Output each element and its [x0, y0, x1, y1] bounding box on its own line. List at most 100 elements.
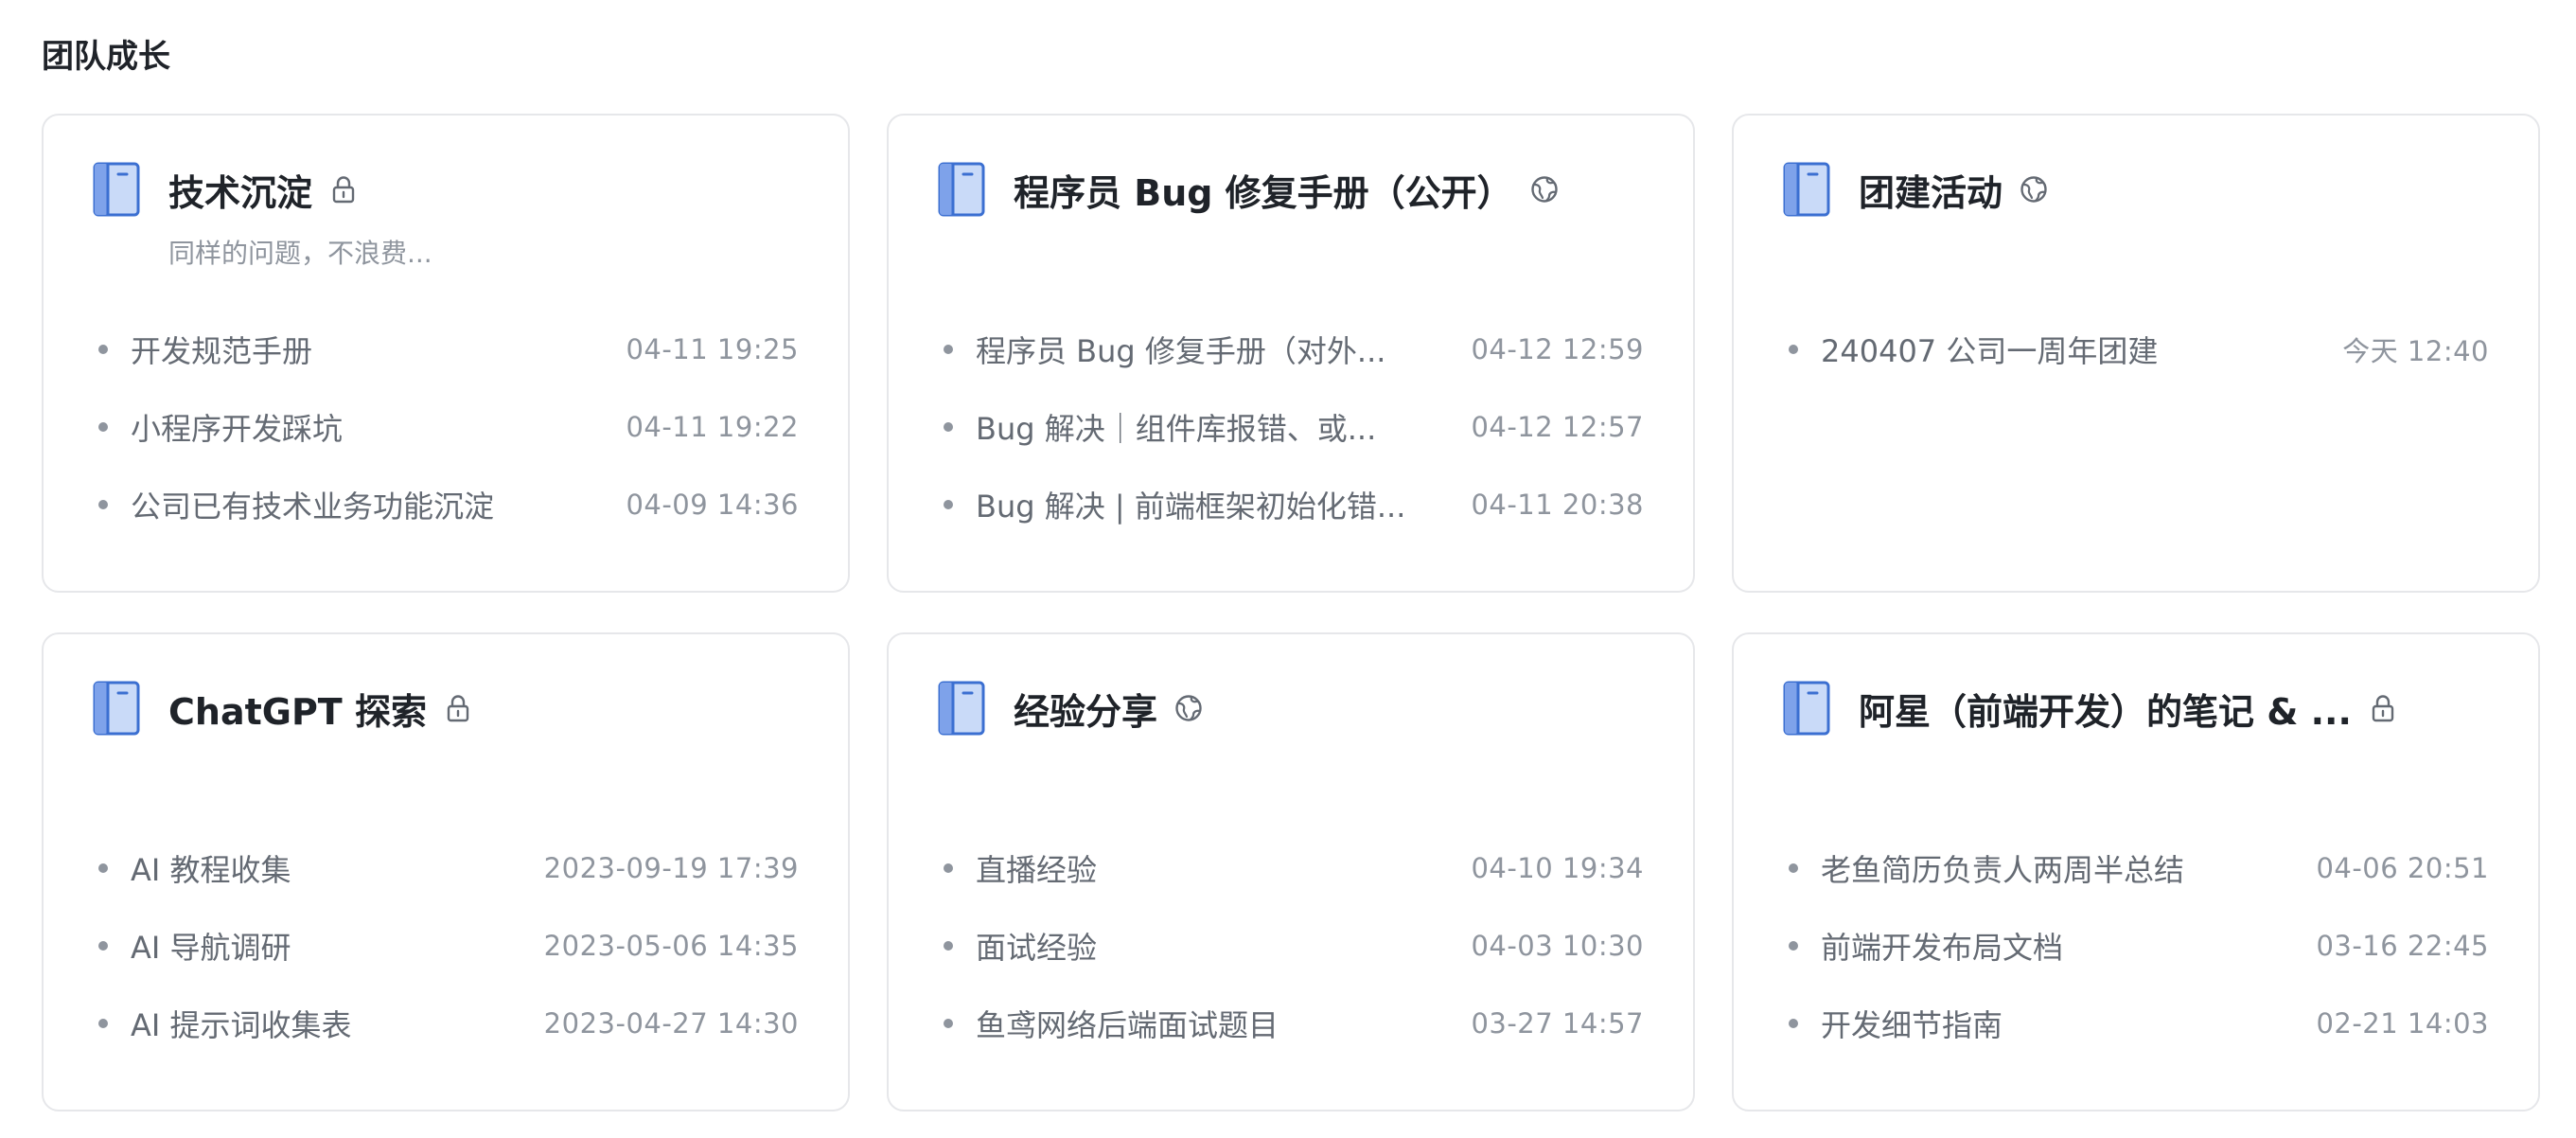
knowledge-base-card-5[interactable]: 经验分享 直播经验 04-10 19:34 面试经验 04-03 10:30 鱼… — [887, 632, 1695, 1111]
doc-list-item[interactable]: 开发规范手册 04-11 19:25 — [93, 311, 799, 388]
book-icon — [1783, 162, 1830, 217]
doc-list-item[interactable]: 前端开发布局文档 03-16 22:45 — [1783, 907, 2489, 985]
doc-title[interactable]: 直播经验 — [976, 846, 1471, 890]
doc-title[interactable]: 面试经验 — [976, 924, 1471, 968]
bullet-dot — [1789, 345, 1798, 354]
card-description — [1859, 754, 2489, 791]
bullet-dot — [944, 345, 953, 354]
doc-list-item[interactable]: 小程序开发踩坑 04-11 19:22 — [93, 388, 799, 466]
doc-updated-time: 04-11 19:25 — [626, 333, 799, 365]
card-title[interactable]: ChatGPT 探索 — [168, 683, 427, 735]
doc-title[interactable]: 公司已有技术业务功能沉淀 — [131, 483, 626, 526]
globe-icon — [1530, 176, 1558, 203]
knowledge-base-card-6[interactable]: 阿星（前端开发）的笔记 & ... 老鱼简历负责人两周半总结 04-06 20:… — [1732, 632, 2540, 1111]
bullet-dot — [98, 422, 108, 432]
doc-list: 240407 公司一周年团建 今天 12:40 — [1783, 311, 2489, 388]
card-title[interactable]: 程序员 Bug 修复手册（公开） — [1014, 164, 1513, 216]
doc-title[interactable]: 老鱼简历负责人两周半总结 — [1821, 846, 2316, 890]
doc-title[interactable]: 程序员 Bug 修复手册（对外... — [976, 328, 1471, 371]
bullet-dot — [1789, 941, 1798, 951]
card-header: 程序员 Bug 修复手册（公开） — [938, 161, 1644, 218]
doc-list-item[interactable]: Bug 解决｜组件库报错、或... 04-12 12:57 — [938, 388, 1644, 466]
doc-updated-time: 04-09 14:36 — [626, 489, 799, 521]
doc-list-item[interactable]: 240407 公司一周年团建 今天 12:40 — [1783, 311, 2489, 388]
bullet-dot — [1789, 863, 1798, 873]
book-icon — [93, 162, 140, 217]
doc-list-item[interactable]: 直播经验 04-10 19:34 — [938, 829, 1644, 907]
doc-updated-time: 04-11 20:38 — [1471, 489, 1644, 521]
doc-list-item[interactable]: AI 提示词收集表 2023-04-27 14:30 — [93, 985, 799, 1062]
card-description — [1014, 235, 1644, 273]
knowledge-base-grid: 技术沉淀 同样的问题，不浪费... 开发规范手册 04-11 19:25 小程序… — [42, 114, 2540, 1111]
globe-icon — [2020, 176, 2047, 203]
knowledge-base-card-1[interactable]: 技术沉淀 同样的问题，不浪费... 开发规范手册 04-11 19:25 小程序… — [42, 114, 850, 593]
card-header: 技术沉淀 — [93, 161, 799, 218]
doc-updated-time: 今天 12:40 — [2342, 335, 2489, 367]
doc-list: 老鱼简历负责人两周半总结 04-06 20:51 前端开发布局文档 03-16 … — [1783, 829, 2489, 1062]
doc-list-item[interactable]: 公司已有技术业务功能沉淀 04-09 14:36 — [93, 466, 799, 543]
bullet-dot — [1789, 1019, 1798, 1028]
card-title[interactable]: 经验分享 — [1014, 683, 1157, 735]
doc-updated-time: 2023-05-06 14:35 — [543, 930, 799, 962]
doc-title[interactable]: AI 教程收集 — [131, 846, 544, 890]
doc-list-item[interactable]: 鱼鸢网络后端面试题目 03-27 14:57 — [938, 985, 1644, 1062]
bullet-dot — [98, 500, 108, 509]
bullet-dot — [944, 863, 953, 873]
book-icon — [93, 681, 140, 736]
doc-title[interactable]: AI 提示词收集表 — [131, 1002, 544, 1045]
lock-icon — [2372, 695, 2394, 722]
bullet-dot — [98, 941, 108, 951]
doc-updated-time: 2023-04-27 14:30 — [543, 1007, 799, 1040]
section-title: 团队成长 — [42, 38, 170, 76]
book-icon — [938, 681, 985, 736]
bullet-dot — [944, 941, 953, 951]
bullet-dot — [98, 863, 108, 873]
book-icon — [938, 162, 985, 217]
doc-title[interactable]: AI 导航调研 — [131, 924, 544, 968]
doc-list: 直播经验 04-10 19:34 面试经验 04-03 10:30 鱼鸢网络后端… — [938, 829, 1644, 1062]
doc-title[interactable]: 小程序开发踩坑 — [131, 405, 626, 449]
doc-list-item[interactable]: 程序员 Bug 修复手册（对外... 04-12 12:59 — [938, 311, 1644, 388]
card-header: 团建活动 — [1783, 161, 2489, 218]
globe-icon — [1175, 695, 1202, 721]
book-icon — [1783, 681, 1830, 736]
knowledge-base-card-4[interactable]: ChatGPT 探索 AI 教程收集 2023-09-19 17:39 AI 导… — [42, 632, 850, 1111]
knowledge-base-card-3[interactable]: 团建活动 240407 公司一周年团建 今天 12:40 — [1732, 114, 2540, 593]
doc-list-item[interactable]: 面试经验 04-03 10:30 — [938, 907, 1644, 985]
knowledge-base-card-2[interactable]: 程序员 Bug 修复手册（公开） 程序员 Bug 修复手册（对外... 04-1… — [887, 114, 1695, 593]
doc-list-item[interactable]: Bug 解决 | 前端框架初始化错... 04-11 20:38 — [938, 466, 1644, 543]
doc-title[interactable]: 开发细节指南 — [1821, 1002, 2316, 1045]
doc-list: 开发规范手册 04-11 19:25 小程序开发踩坑 04-11 19:22 公… — [93, 311, 799, 543]
bullet-dot — [98, 1019, 108, 1028]
doc-title[interactable]: 开发规范手册 — [131, 328, 626, 371]
card-header: 阿星（前端开发）的笔记 & ... — [1783, 680, 2489, 737]
page: 团队成长 技术沉淀 同样的问题，不浪费... 开发规范手册 04-11 19:2… — [0, 0, 2576, 1138]
doc-list-item[interactable]: 老鱼简历负责人两周半总结 04-06 20:51 — [1783, 829, 2489, 907]
card-description — [168, 754, 799, 791]
bullet-dot — [944, 500, 953, 509]
card-description — [1014, 754, 1644, 791]
doc-list-item[interactable]: AI 导航调研 2023-05-06 14:35 — [93, 907, 799, 985]
doc-title[interactable]: 240407 公司一周年团建 — [1821, 328, 2342, 371]
card-header: ChatGPT 探索 — [93, 680, 799, 737]
doc-list-item[interactable]: 开发细节指南 02-21 14:03 — [1783, 985, 2489, 1062]
doc-updated-time: 04-10 19:34 — [1471, 852, 1644, 884]
doc-updated-time: 04-11 19:22 — [626, 411, 799, 443]
doc-title[interactable]: Bug 解决 | 前端框架初始化错... — [976, 483, 1471, 526]
doc-updated-time: 2023-09-19 17:39 — [543, 852, 799, 884]
doc-title[interactable]: 鱼鸢网络后端面试题目 — [976, 1002, 1471, 1045]
doc-title[interactable]: 前端开发布局文档 — [1821, 924, 2316, 968]
bullet-dot — [944, 422, 953, 432]
card-title[interactable]: 技术沉淀 — [168, 164, 312, 216]
doc-updated-time: 04-12 12:57 — [1471, 411, 1644, 443]
doc-updated-time: 04-03 10:30 — [1471, 930, 1644, 962]
doc-title[interactable]: Bug 解决｜组件库报错、或... — [976, 405, 1471, 449]
card-title[interactable]: 阿星（前端开发）的笔记 & ... — [1859, 683, 2352, 735]
card-title[interactable]: 团建活动 — [1859, 164, 2003, 216]
doc-list-item[interactable]: AI 教程收集 2023-09-19 17:39 — [93, 829, 799, 907]
doc-updated-time: 04-12 12:59 — [1471, 333, 1644, 365]
doc-updated-time: 03-27 14:57 — [1471, 1007, 1644, 1040]
doc-updated-time: 03-16 22:45 — [2316, 930, 2489, 962]
bullet-dot — [98, 345, 108, 354]
card-header: 经验分享 — [938, 680, 1644, 737]
